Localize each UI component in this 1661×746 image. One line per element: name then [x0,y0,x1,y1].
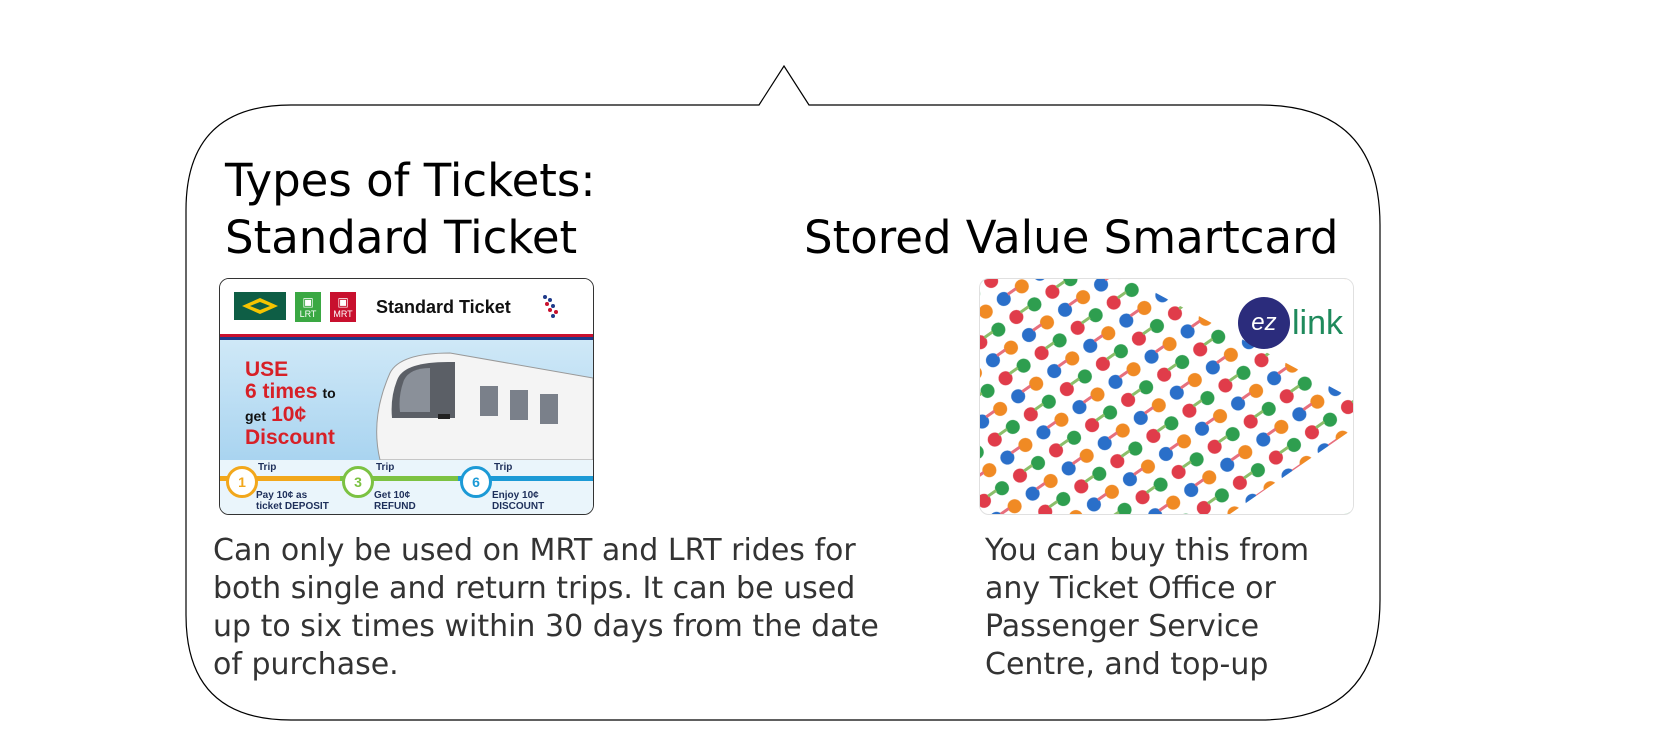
trip-badge-1: 1 [226,466,258,498]
trip-timeline: 1 Trip Pay 10¢ as ticket DEPOSIT 3 Trip G… [220,460,593,514]
promo-discount: Discount [245,426,335,449]
promo-times-row: 6 times to [245,380,336,404]
promo-use: USE [245,358,289,381]
ticket-promo-area: USE 6 times to get 10¢ Discount [220,340,593,460]
trip-text-1: Pay 10¢ as ticket DEPOSIT [256,490,329,512]
promo-times: 6 times [245,380,318,403]
trip-badge-3: 3 [342,466,374,498]
ticket-title: Standard Ticket [376,297,511,317]
smrt-logo-icon [234,292,286,320]
ezlink-card-image: ez link [979,278,1354,515]
trip-label-1: Trip [258,462,277,473]
ezlink-logo-circle: ez [1237,297,1290,349]
train-illustration-icon [376,352,593,460]
trip-text-6: Enjoy 10¢ DISCOUNT [492,490,545,512]
section-title: Types of Tickets: [225,154,596,207]
standard-ticket-heading: Standard Ticket [225,211,578,264]
promo-to: to [322,385,336,401]
mrt-logo-icon: ▣ MRT [330,292,356,322]
ticket-header: ▣ LRT ▣ MRT Standard Ticket [220,279,593,334]
promo-get-row: get 10¢ [245,403,306,427]
standard-ticket-image: ▣ LRT ▣ MRT Standard Ticket USE 6 times to… [219,278,594,515]
promo-get: get [245,408,266,424]
ezlink-logo-text: link [1291,303,1343,342]
trip-label-3: Trip [376,462,395,473]
trip-label-6: Trip [494,462,513,473]
ezlink-logo: ez link [1237,297,1343,349]
promo-amount: 10¢ [271,403,307,426]
trip-text-3: Get 10¢ REFUND [374,490,416,512]
smartcard-heading: Stored Value Smartcard [804,211,1339,264]
smartcard-description: You can buy this from any Ticket Office … [985,533,1310,682]
standard-ticket-description: Can only be used on MRT and LRT rides fo… [213,533,879,682]
lrt-logo-icon: ▣ LRT [295,292,321,322]
trip-badge-6: 6 [460,466,492,498]
translink-logo-icon [543,295,558,318]
